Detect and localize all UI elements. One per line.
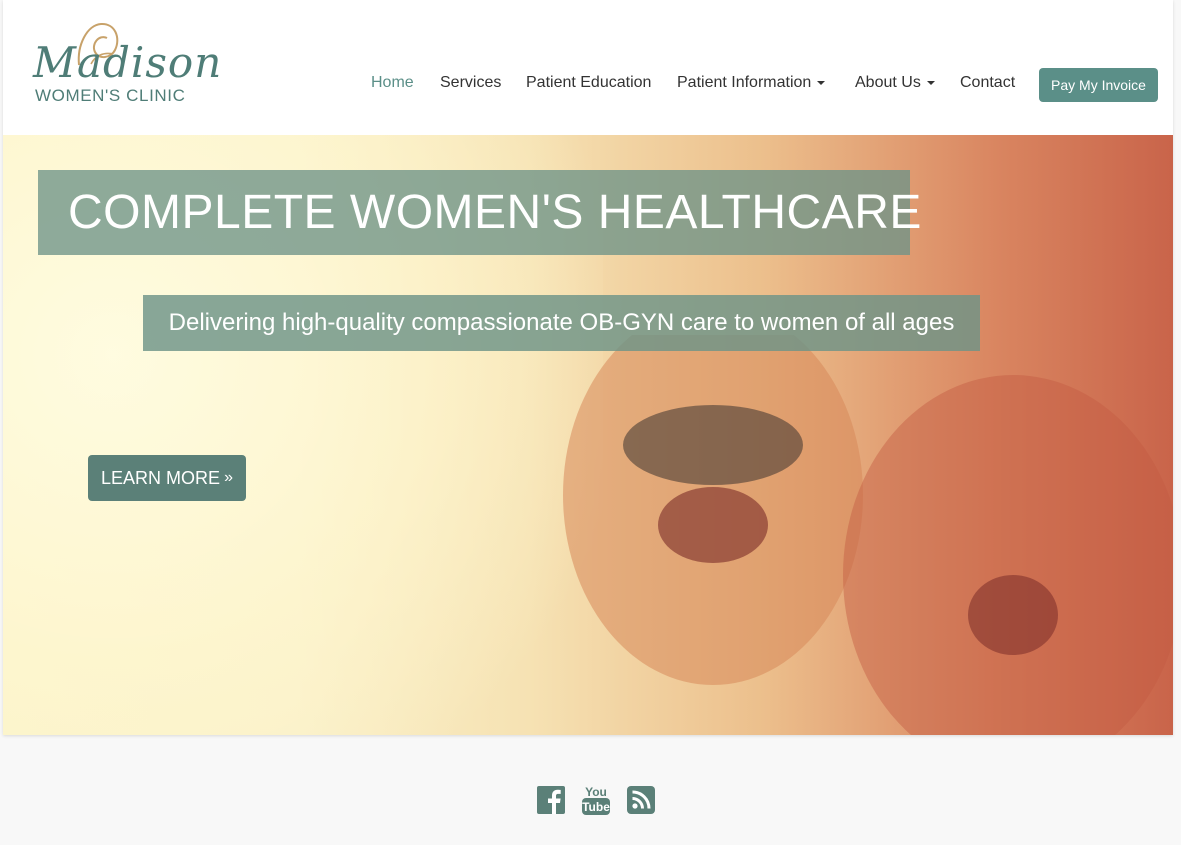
hero-subtitle-box: Delivering high-quality compassionate OB… — [143, 295, 980, 351]
youtube-icon[interactable]: You Tube — [581, 784, 611, 821]
double-chevron-right-icon: » — [224, 469, 233, 486]
pay-invoice-button[interactable]: Pay My Invoice — [1039, 68, 1158, 102]
facebook-icon[interactable] — [537, 786, 565, 819]
logo-script-text: Madison — [33, 38, 223, 87]
learn-more-label: LEARN MORE — [101, 467, 221, 488]
rss-icon[interactable] — [627, 786, 655, 819]
nav-label: Patient Information — [677, 74, 812, 91]
hero-title: COMPLETE WOMEN'S HEALTHCARE — [68, 186, 922, 239]
learn-more-button[interactable]: LEARN MORE » — [88, 455, 246, 501]
site-header: Madison WOMEN'S CLINIC Home Services Pat… — [3, 0, 1173, 135]
hero-title-box: COMPLETE WOMEN'S HEALTHCARE — [38, 170, 921, 255]
hero-banner: COMPLETE WOMEN'S HEALTHCARE Delivering h… — [3, 135, 1173, 735]
nav-label: About Us — [855, 74, 921, 91]
nav-item-services[interactable]: Services — [440, 74, 501, 92]
page: Madison WOMEN'S CLINIC Home Services Pat… — [3, 0, 1173, 735]
hero-photo-shapes — [563, 335, 1173, 735]
youtube-top-text: You — [585, 785, 607, 799]
nav-item-about-us[interactable]: About Us — [855, 74, 935, 92]
nav-item-patient-information[interactable]: Patient Information — [677, 74, 826, 92]
logo-subtitle: WOMEN'S CLINIC — [35, 86, 186, 105]
youtube-bottom-text: Tube — [582, 800, 610, 814]
nav-item-patient-education[interactable]: Patient Education — [526, 74, 651, 92]
caret-down-icon — [817, 80, 826, 85]
nav-label: Services — [440, 74, 502, 91]
nav-item-contact[interactable]: Contact — [960, 74, 1015, 92]
nav-label: Patient Education — [526, 74, 652, 91]
nav-label: Home — [371, 74, 414, 91]
clinic-logo[interactable]: Madison WOMEN'S CLINIC — [31, 20, 221, 110]
hero-subtitle: Delivering high-quality compassionate OB… — [168, 309, 955, 336]
nav-item-home[interactable]: Home — [371, 74, 414, 92]
social-links: You Tube — [0, 784, 1181, 821]
nav-label: Contact — [960, 74, 1016, 91]
caret-down-icon — [926, 80, 935, 85]
